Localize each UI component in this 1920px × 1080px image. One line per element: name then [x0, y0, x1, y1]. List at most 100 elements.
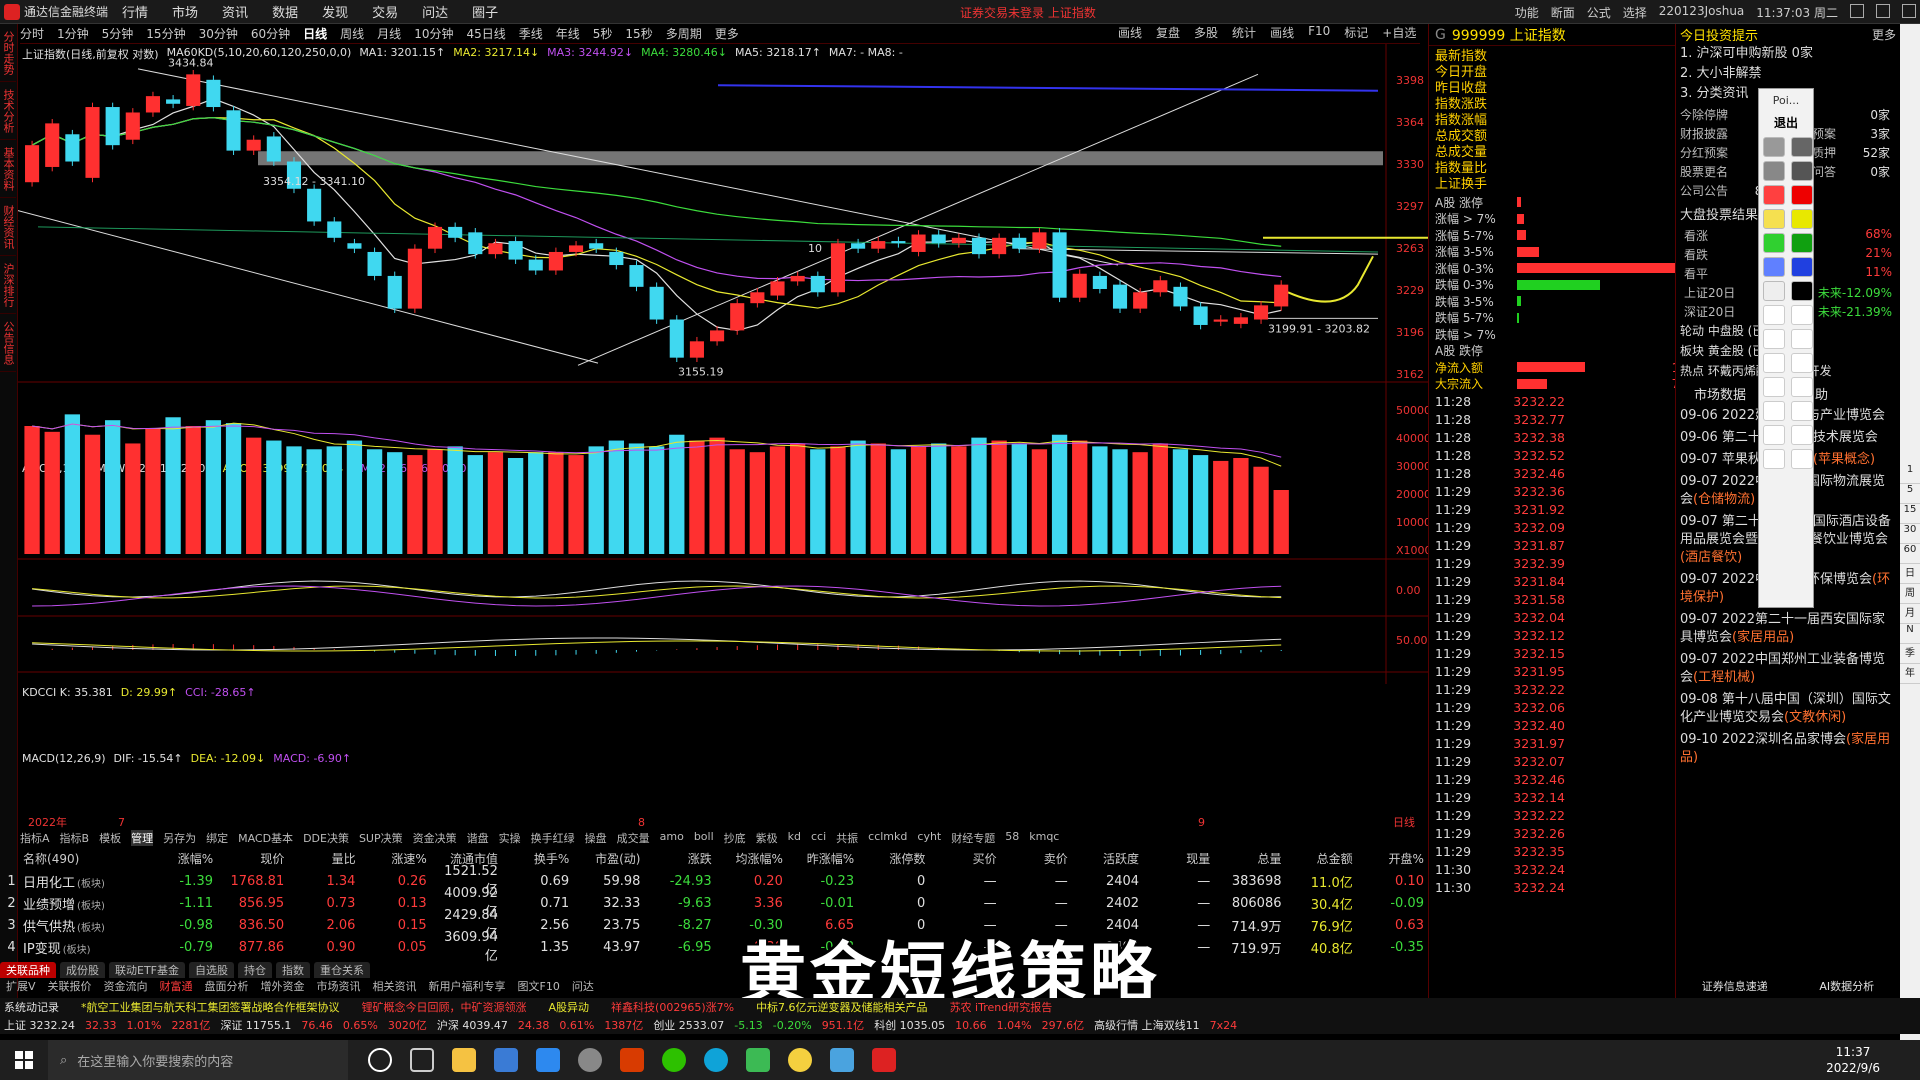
indicator-tab[interactable]: cclmkd — [868, 830, 907, 846]
color-swatch-icon[interactable] — [1791, 209, 1813, 229]
wechat-icon[interactable] — [662, 1048, 686, 1072]
link-item[interactable]: 财富通 — [160, 978, 193, 994]
cortana-icon[interactable] — [368, 1048, 392, 1072]
color-swatch-icon[interactable] — [1763, 257, 1785, 277]
table-header-cell[interactable]: 涨幅% — [148, 850, 219, 870]
bottom-tab[interactable]: 持仓 — [238, 962, 272, 978]
title-right-item[interactable]: 断面 — [1551, 4, 1575, 21]
table-header-cell[interactable]: 名称(490) — [23, 850, 129, 870]
menu-item[interactable]: 数据 — [272, 2, 298, 21]
taskbar-search[interactable]: ⌕ 在这里输入你要搜索的内容 — [48, 1040, 348, 1080]
indicator-tab[interactable]: SUP决策 — [359, 830, 403, 846]
indicator-tab[interactable]: kmqc — [1029, 830, 1059, 846]
link-item[interactable]: 扩展V — [6, 978, 36, 994]
link-item[interactable]: 资金流向 — [104, 978, 148, 994]
period-strip-item[interactable]: 15 — [1900, 504, 1920, 524]
scroll-news-item[interactable]: 苏农 iTrend研究报告 — [950, 999, 1053, 1015]
period-tab[interactable]: 月线 — [377, 25, 401, 42]
period-tab[interactable]: 周线 — [340, 25, 364, 42]
table-header-cell[interactable]: 涨速% — [362, 850, 433, 870]
menu-item[interactable]: 行情 — [122, 2, 148, 21]
taskbar-clock[interactable]: 11:37 2022/9/6 — [1826, 1044, 1880, 1076]
color-swatch-icon[interactable] — [1791, 185, 1813, 205]
table-header-cell[interactable]: 均涨幅% — [718, 850, 789, 870]
table-header-cell[interactable]: 买价 — [931, 850, 1002, 870]
color-swatch-icon[interactable] — [1763, 185, 1785, 205]
period-strip-item[interactable]: 30 — [1900, 524, 1920, 544]
menu-item[interactable]: 资讯 — [222, 2, 248, 21]
toolbar-item[interactable]: 画线 — [1118, 24, 1142, 44]
period-tab[interactable]: 多周期 — [666, 25, 702, 42]
left-strip-item[interactable]: 沪深排行 — [0, 256, 16, 314]
indicator-tab[interactable]: 操盘 — [585, 830, 607, 846]
table-row[interactable]: 4 IP变现 (板块) -0.79 877.86 0.90 0.05 3609.94亿 1.35… — [0, 930, 1430, 964]
period-tab[interactable]: 季线 — [519, 25, 543, 42]
bottom-tab[interactable]: 重仓关系 — [314, 962, 370, 978]
indicator-tab[interactable]: DDE决策 — [303, 830, 349, 846]
period-tab[interactable]: 日线 — [303, 25, 327, 42]
indicator-tab[interactable]: 紫极 — [756, 830, 778, 846]
event-item[interactable]: 09-07 2022中国郑州工业装备博览会(工程机械) — [1676, 649, 1900, 689]
left-strip-item[interactable]: 技术分析 — [0, 82, 16, 140]
menu-item[interactable]: 发现 — [322, 2, 348, 21]
event-item[interactable]: 09-08 第十八届中国（深圳）国际文化产业博览交易会(文教休闲) — [1676, 689, 1900, 729]
title-right-item[interactable]: 选择 — [1623, 4, 1647, 21]
table-header-cell[interactable]: 量比 — [290, 850, 361, 870]
scroll-news-item[interactable]: 锂矿概念今日回顾，中矿资源领涨 — [362, 999, 527, 1015]
table-header-cell[interactable]: 昨涨幅% — [789, 850, 860, 870]
indicator-tab[interactable]: 共振 — [836, 830, 858, 846]
photos-icon[interactable] — [830, 1048, 854, 1072]
period-tab[interactable]: 年线 — [556, 25, 580, 42]
table-header-cell[interactable]: 卖价 — [1003, 850, 1074, 870]
period-strip-item[interactable]: 日 — [1900, 564, 1920, 584]
indicator-tab[interactable]: 58 — [1005, 830, 1019, 846]
maximize-icon[interactable] — [1876, 4, 1890, 18]
toolbar-item[interactable]: 复盘 — [1156, 24, 1180, 44]
download-icon[interactable] — [746, 1048, 770, 1072]
period-tab[interactable]: 5秒 — [593, 25, 613, 42]
indicator-tab[interactable]: 管理 — [131, 830, 154, 846]
draw-tool-icon[interactable] — [1791, 425, 1813, 445]
menu-item[interactable]: 问达 — [422, 2, 448, 21]
indicator-tab[interactable]: 财经专题 — [951, 830, 995, 846]
draw-tool-icon[interactable] — [1763, 449, 1785, 469]
draw-tool-icon[interactable] — [1763, 305, 1785, 325]
draw-tool-icon[interactable] — [1791, 449, 1813, 469]
task-view-icon[interactable] — [410, 1048, 434, 1072]
color-swatch-icon[interactable] — [1791, 257, 1813, 277]
link-item[interactable]: 相关资讯 — [373, 978, 417, 994]
indicator-tab[interactable]: cyht — [917, 830, 941, 846]
draw-tool-icon[interactable] — [1763, 353, 1785, 373]
minimize-icon[interactable] — [1850, 4, 1864, 18]
tip-item[interactable]: 1. 沪深可申购新股 0家 — [1676, 44, 1900, 64]
draw-tool-icon[interactable] — [1791, 353, 1813, 373]
table-header-cell[interactable]: 总金额 — [1287, 850, 1358, 870]
draw-tool-icon[interactable] — [1763, 425, 1785, 445]
indicator-tab[interactable]: 抄底 — [724, 830, 746, 846]
news-footer-item[interactable]: 证券信息速递 — [1702, 978, 1768, 994]
scroll-news-item[interactable]: 系统动记录 — [4, 999, 59, 1015]
table-header-cell[interactable]: 现量 — [1145, 850, 1216, 870]
indicator-tab[interactable]: 谐盘 — [467, 830, 489, 846]
draw-tool-icon[interactable] — [1791, 305, 1813, 325]
table-header-cell[interactable]: 活跃度 — [1074, 850, 1145, 870]
table-row[interactable]: 1 日用化工 (板块) -1.39 1768.81 1.34 0.26 1521.52亿 0.6… — [0, 864, 1430, 898]
toolbar-item[interactable]: +自选 — [1382, 24, 1416, 44]
table-header-cell[interactable]: 开盘% — [1359, 850, 1430, 870]
period-tab[interactable]: 45日线 — [466, 25, 505, 42]
event-item[interactable]: 09-10 2022深圳名品家博会(家居用品) — [1676, 729, 1900, 769]
period-tab[interactable]: 5分钟 — [102, 25, 134, 42]
link-item[interactable]: 新用户福利专享 — [429, 978, 506, 994]
bottom-tab[interactable]: 关联品种 — [0, 962, 56, 978]
bottom-tab[interactable]: 联动ETF基金 — [109, 962, 185, 978]
indicator-tab[interactable]: 另存为 — [163, 830, 196, 846]
period-strip-item[interactable]: 季 — [1900, 644, 1920, 664]
indicator-tab[interactable]: MACD基本 — [238, 830, 293, 846]
color-swatch-icon[interactable] — [1763, 161, 1785, 181]
table-header-cell[interactable]: 总量 — [1216, 850, 1287, 870]
indicator-tab[interactable]: 指标A — [20, 830, 50, 846]
title-right-item[interactable]: 220123Joshua — [1659, 4, 1745, 21]
menu-item[interactable]: 市场 — [172, 2, 198, 21]
color-swatch-icon[interactable] — [1791, 161, 1813, 181]
link-item[interactable]: 盘面分析 — [205, 978, 249, 994]
